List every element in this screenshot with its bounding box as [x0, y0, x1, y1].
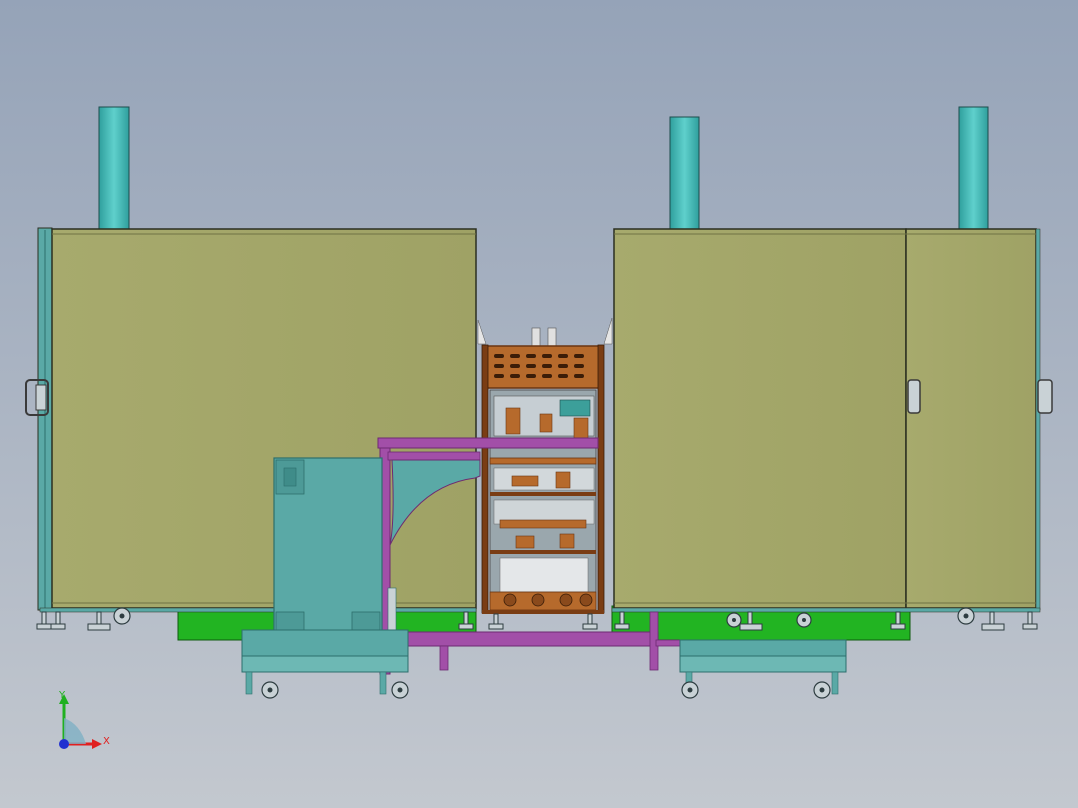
y-axis-label: Y [58, 690, 66, 701]
cad-viewport[interactable]: X Y [0, 0, 1078, 808]
left-enclosure[interactable] [25, 227, 477, 613]
right-enclosure[interactable] [611, 228, 1053, 613]
right-enclosure-door-panel-b[interactable] [905, 228, 1037, 609]
right-enclosure-handle-outer[interactable] [1037, 379, 1053, 414]
exhaust-column-left [98, 106, 130, 230]
right-enclosure-door-panel-a[interactable] [613, 228, 907, 609]
teal-side-cabinet[interactable] [273, 457, 397, 655]
assembly-drawing[interactable]: X Y [0, 0, 1078, 808]
x-axis-label: X [103, 736, 110, 747]
coordinate-triad: X Y [58, 690, 110, 749]
center-machine-rack[interactable] [477, 317, 613, 614]
exhaust-column-center [669, 116, 700, 230]
right-enclosure-handle-inner[interactable] [907, 379, 921, 414]
exhaust-columns [98, 106, 989, 230]
left-enclosure-door-panel[interactable] [51, 228, 477, 609]
z-axis-origin [59, 739, 69, 749]
exhaust-column-right [958, 106, 989, 230]
